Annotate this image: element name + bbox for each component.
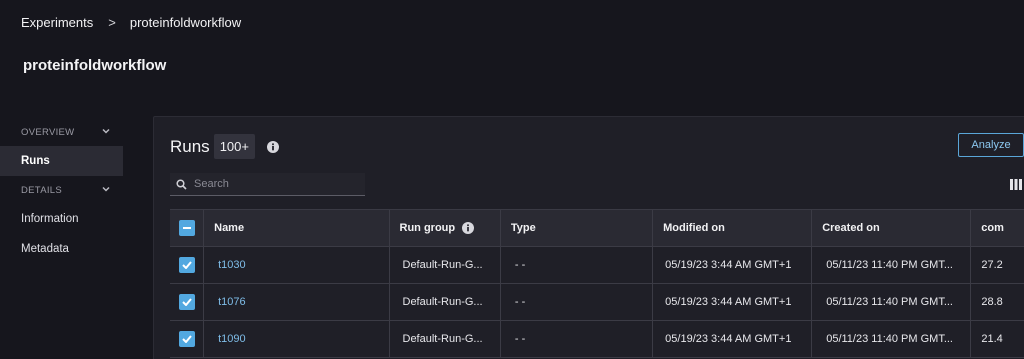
breadcrumb-current: proteinfoldworkflow [129, 15, 242, 30]
sidebar-item-runs[interactable]: Runs [0, 146, 123, 176]
runs-panel: Runs 100+ Analyze Name Run g [153, 116, 1024, 359]
run-name-link[interactable]: t1076 [204, 284, 390, 320]
breadcrumb: Experiments > proteinfoldworkflow [21, 15, 241, 30]
com-cell: 28.8 [981, 296, 1003, 308]
column-header-name[interactable]: Name [204, 210, 390, 246]
row-select-cell [170, 321, 205, 357]
sidebar-section-label: DETAILS [21, 184, 62, 196]
type-cell: - - [501, 247, 654, 283]
table-row: t1030 Default-Run-G... - - 05/19/23 3:44… [170, 247, 1024, 284]
runs-title: Runs [170, 136, 210, 156]
modified-cell: 05/19/23 3:44 AM GMT+1 [653, 284, 813, 320]
run-name-link[interactable]: t1030 [204, 247, 390, 283]
select-all-checkbox[interactable] [178, 220, 195, 236]
search-field[interactable] [170, 173, 365, 196]
column-settings-icon[interactable] [1010, 179, 1022, 190]
row-select-cell [170, 247, 205, 283]
sidebar: OVERVIEW Runs DETAILS Information Metada… [0, 118, 124, 264]
search-icon [176, 178, 187, 190]
com-cell: 27.2 [981, 259, 1003, 271]
select-all-cell [170, 210, 205, 246]
modified-cell: 05/19/23 3:44 AM GMT+1 [653, 321, 813, 357]
sidebar-section-overview[interactable]: OVERVIEW [0, 118, 124, 146]
sidebar-section-details[interactable]: DETAILS [0, 176, 124, 204]
row-checkbox[interactable] [178, 257, 195, 273]
analyze-button[interactable]: Analyze [958, 133, 1024, 157]
chevron-down-icon [102, 128, 110, 134]
column-header-run-group[interactable]: Run group [390, 210, 501, 246]
runs-header: Runs 100+ [170, 134, 279, 159]
breadcrumb-experiments-link[interactable]: Experiments [21, 15, 93, 30]
created-cell: 05/11/23 11:40 PM GMT... [812, 284, 972, 320]
type-cell: - - [501, 321, 654, 357]
sidebar-item-label: Metadata [21, 243, 69, 255]
breadcrumb-separator: > [108, 15, 116, 30]
column-header-type[interactable]: Type [501, 210, 654, 246]
table-row: t1090 Default-Run-G... - - 05/19/23 3:44… [170, 321, 1024, 358]
row-checkbox[interactable] [178, 331, 195, 347]
search-input[interactable] [194, 178, 354, 190]
table-header-row: Name Run group Type Modified on Created … [170, 210, 1024, 247]
com-cell: 21.4 [981, 333, 1003, 345]
row-checkbox[interactable] [178, 294, 195, 310]
sidebar-section-label: OVERVIEW [21, 126, 75, 138]
page-title: proteinfoldworkflow [23, 57, 167, 74]
run-name-link[interactable]: t1090 [204, 321, 390, 357]
modified-cell: 05/19/23 3:44 AM GMT+1 [653, 247, 813, 283]
column-header-modified-on[interactable]: Modified on [653, 210, 813, 246]
row-select-cell [170, 284, 205, 320]
sidebar-item-metadata[interactable]: Metadata [0, 234, 124, 264]
created-cell: 05/11/23 11:40 PM GMT... [812, 321, 972, 357]
table-row: t1076 Default-Run-G... - - 05/19/23 3:44… [170, 284, 1024, 321]
info-icon[interactable] [266, 140, 279, 153]
run-group-cell: Default-Run-G... [390, 321, 501, 357]
column-header-com[interactable]: com [971, 210, 1024, 246]
sidebar-item-information[interactable]: Information [0, 204, 124, 234]
info-icon[interactable] [462, 222, 475, 234]
runs-count-badge: 100+ [213, 134, 255, 159]
run-group-cell: Default-Run-G... [390, 247, 501, 283]
created-cell: 05/11/23 11:40 PM GMT... [812, 247, 972, 283]
type-cell: - - [501, 284, 654, 320]
column-header-label: Run group [399, 222, 456, 234]
runs-table: Name Run group Type Modified on Created … [170, 209, 1024, 358]
run-group-cell: Default-Run-G... [390, 284, 501, 320]
column-header-created-on[interactable]: Created on [812, 210, 972, 246]
sidebar-item-label: Runs [21, 155, 50, 167]
chevron-down-icon [102, 186, 110, 192]
sidebar-item-label: Information [21, 213, 79, 225]
